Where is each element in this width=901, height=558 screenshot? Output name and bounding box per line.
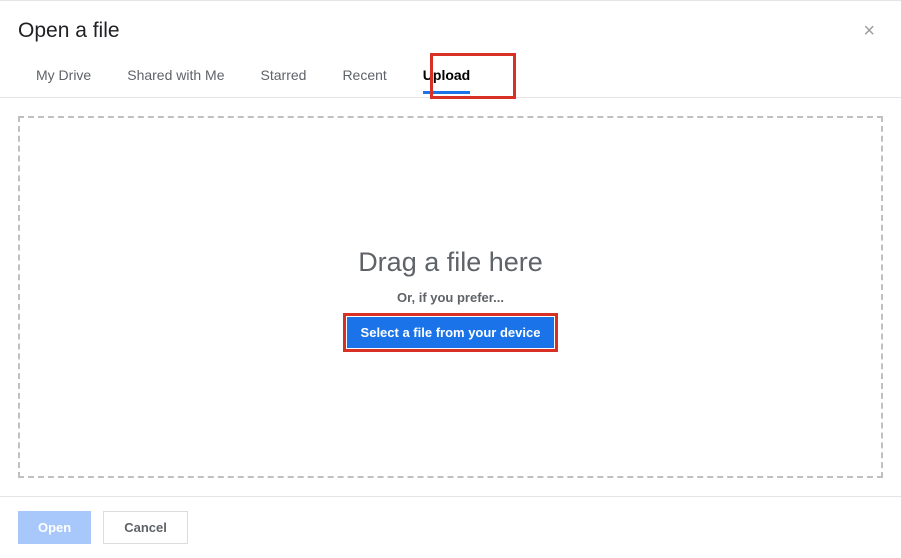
tab-bar: My Drive Shared with Me Starred Recent U… — [0, 53, 901, 98]
tab-my-drive[interactable]: My Drive — [18, 53, 109, 97]
tab-shared-with-me[interactable]: Shared with Me — [109, 53, 242, 97]
dialog-footer: Open Cancel — [0, 496, 901, 558]
tab-starred[interactable]: Starred — [243, 53, 325, 97]
close-button[interactable]: × — [855, 17, 883, 45]
dialog-title: Open a file — [18, 19, 120, 43]
upload-dropzone[interactable]: Drag a file here Or, if you prefer... Se… — [18, 116, 883, 478]
open-button[interactable]: Open — [18, 511, 91, 544]
or-text: Or, if you prefer... — [397, 290, 504, 305]
dialog-header: Open a file × — [0, 1, 901, 53]
cancel-button[interactable]: Cancel — [103, 511, 188, 544]
open-file-dialog: Open a file × My Drive Shared with Me St… — [0, 0, 901, 558]
tab-recent[interactable]: Recent — [324, 53, 404, 97]
content-area: Drag a file here Or, if you prefer... Se… — [0, 98, 901, 496]
select-button-wrap: Select a file from your device — [347, 317, 555, 348]
select-file-button[interactable]: Select a file from your device — [347, 317, 555, 348]
tab-upload[interactable]: Upload — [405, 53, 488, 97]
drag-instruction-text: Drag a file here — [358, 247, 543, 278]
close-icon: × — [863, 20, 875, 42]
